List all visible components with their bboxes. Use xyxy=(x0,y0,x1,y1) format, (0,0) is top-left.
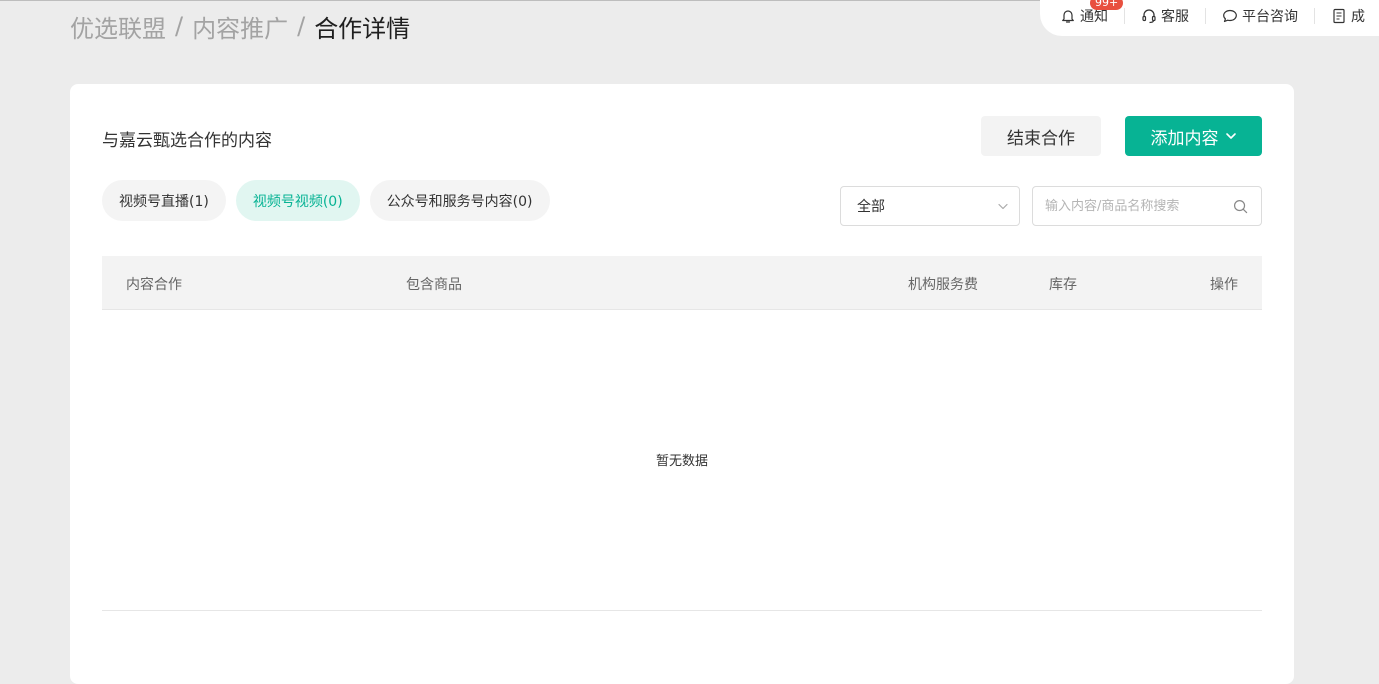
tab-label: 公众号和服务号内容(0) xyxy=(386,193,533,210)
customer-service-label: 客服 xyxy=(1161,9,1189,25)
breadcrumb-current: 合作详情 xyxy=(314,14,411,43)
chat-bubble-icon xyxy=(1222,8,1238,24)
customer-service-button[interactable]: 客服 xyxy=(1141,0,1189,36)
status-filter-select[interactable]: 全部 xyxy=(840,186,1020,226)
platform-consult-label: 平台咨询 xyxy=(1242,9,1298,25)
bell-icon xyxy=(1060,8,1076,24)
column-header-stock: 库存 xyxy=(1049,277,1077,293)
tab-label: 视频号直播(1) xyxy=(119,193,209,210)
breadcrumb: 优选联盟 / 内容推广 / 合作详情 xyxy=(70,8,410,44)
toolbar-divider xyxy=(1205,8,1206,24)
document-icon xyxy=(1331,8,1347,24)
truncated-toolbar-item[interactable]: 成 xyxy=(1331,0,1365,36)
breadcrumb-separator: / xyxy=(175,12,184,40)
cooperation-content-card: 与嘉云甄选合作的内容 结束合作 添加内容 视频号直播(1) 视频号视频(0) 公… xyxy=(70,84,1294,684)
tab-channels-video[interactable]: 视频号视频(0) xyxy=(235,180,360,221)
table-bottom-divider xyxy=(102,610,1262,611)
end-cooperation-label: 结束合作 xyxy=(1007,128,1075,149)
column-header-content: 内容合作 xyxy=(126,277,182,293)
column-header-actions: 操作 xyxy=(1210,277,1238,293)
search-box xyxy=(1032,186,1262,226)
toolbar-divider xyxy=(1314,8,1315,24)
column-header-service-fee: 机构服务费 xyxy=(908,277,978,293)
top-toolbar: 通知 99+ 客服 平台咨询 成 xyxy=(1040,0,1379,36)
content-type-tabs: 视频号直播(1) 视频号视频(0) 公众号和服务号内容(0) xyxy=(102,180,560,221)
chevron-down-icon xyxy=(1225,133,1236,139)
breadcrumb-separator: / xyxy=(297,12,306,40)
notification-badge: 99+ xyxy=(1090,0,1124,10)
card-title: 与嘉云甄选合作的内容 xyxy=(102,131,272,151)
headset-icon xyxy=(1141,8,1157,24)
breadcrumb-item-content-promotion[interactable]: 内容推广 xyxy=(192,9,288,44)
breadcrumb-item-alliance[interactable]: 优选联盟 xyxy=(70,9,166,44)
search-icon[interactable] xyxy=(1233,199,1248,214)
end-cooperation-button[interactable]: 结束合作 xyxy=(981,116,1101,156)
chevron-down-icon xyxy=(998,203,1008,210)
search-input[interactable] xyxy=(1033,188,1213,224)
column-header-products: 包含商品 xyxy=(406,277,462,293)
tab-label: 视频号视频(0) xyxy=(252,193,343,210)
tab-channels-live[interactable]: 视频号直播(1) xyxy=(102,180,226,221)
select-value: 全部 xyxy=(857,199,885,215)
platform-consult-button[interactable]: 平台咨询 xyxy=(1222,0,1298,36)
notification-button[interactable]: 通知 99+ xyxy=(1060,0,1124,36)
empty-state-text: 暂无数据 xyxy=(655,454,708,469)
table-header: 内容合作 包含商品 机构服务费 库存 操作 xyxy=(102,256,1262,310)
toolbar-divider xyxy=(1124,8,1125,24)
truncated-toolbar-label: 成 xyxy=(1351,9,1365,25)
add-content-label: 添加内容 xyxy=(1150,128,1219,149)
add-content-button[interactable]: 添加内容 xyxy=(1125,116,1262,156)
tab-official-account-content[interactable]: 公众号和服务号内容(0) xyxy=(369,180,550,221)
